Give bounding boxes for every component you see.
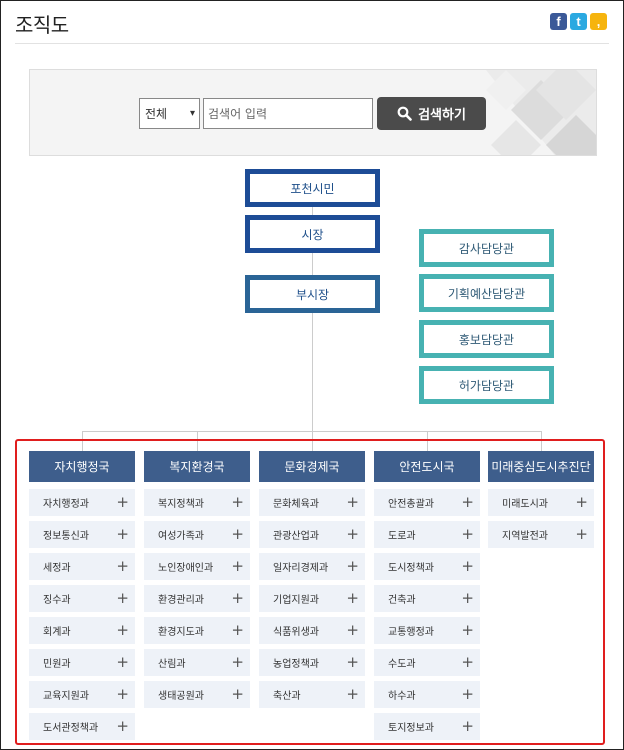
bureau-column-future-city: 미래중심도시추진단 미래도시과 + 지역발전과 + xyxy=(488,451,594,553)
page-title: 조직도 xyxy=(15,13,69,37)
list-item[interactable]: 문화체육과 + xyxy=(259,489,365,516)
list-item[interactable]: 정보통신과 + xyxy=(29,521,135,548)
bureau-header[interactable]: 미래중심도시추진단 xyxy=(488,451,594,482)
plus-icon: + xyxy=(116,685,129,703)
plus-icon: + xyxy=(116,557,129,575)
list-item[interactable]: 농업정책과 + xyxy=(259,649,365,676)
plus-icon: + xyxy=(231,653,244,671)
list-item[interactable]: 환경관리과 + xyxy=(144,585,250,612)
chevron-down-icon: ▾ xyxy=(189,108,195,119)
plus-icon: + xyxy=(231,685,244,703)
bureau-header[interactable]: 자치행정국 xyxy=(29,451,135,482)
list-item[interactable]: 축산과 + xyxy=(259,681,365,708)
search-button[interactable]: 검색하기 xyxy=(377,97,486,130)
bureau-column-safety-city: 안전도시국 안전총괄과 + 도로과 + 도시정책과 + 건축과 + 교통행정과 + 수도과… xyxy=(374,451,480,745)
org-box-planning-budget-office[interactable]: 기획예산담당관 xyxy=(419,274,554,312)
list-item[interactable]: 수도과 + xyxy=(374,649,480,676)
list-item[interactable]: 자치행정과 + xyxy=(29,489,135,516)
list-item[interactable]: 안전총괄과 + xyxy=(374,489,480,516)
list-item[interactable]: 여성가족과 + xyxy=(144,521,250,548)
plus-icon: + xyxy=(346,685,359,703)
list-item[interactable]: 도서관정책과 + xyxy=(29,713,135,740)
plus-icon: + xyxy=(461,525,474,543)
org-box-pr-office[interactable]: 홍보담당관 xyxy=(419,320,554,358)
bureau-column-autonomy: 자치행정국 자치행정과 + 정보통신과 + 세정과 + 징수과 + 회계과 + 민원과 + … xyxy=(29,451,135,745)
search-input[interactable] xyxy=(203,98,373,129)
list-item[interactable]: 생태공원과 + xyxy=(144,681,250,708)
list-item[interactable]: 민원과 + xyxy=(29,649,135,676)
plus-icon: + xyxy=(116,653,129,671)
org-box-permit-office[interactable]: 허가담당관 xyxy=(419,366,554,404)
facebook-icon[interactable]: f xyxy=(550,13,567,30)
plus-icon: + xyxy=(346,589,359,607)
list-item[interactable]: 하수과 + xyxy=(374,681,480,708)
plus-icon: + xyxy=(461,685,474,703)
org-box-citizens[interactable]: 포천시민 xyxy=(245,169,380,207)
page-frame: 조직도 f t , 전체 ▾ 검색하기 xyxy=(0,0,624,750)
list-item[interactable]: 지역발전과 + xyxy=(488,521,594,548)
list-item[interactable]: 산림과 + xyxy=(144,649,250,676)
plus-icon: + xyxy=(461,717,474,735)
plus-icon: + xyxy=(231,525,244,543)
twitter-icon[interactable]: t xyxy=(570,13,587,30)
org-box-deputy-mayor[interactable]: 부시장 xyxy=(245,275,380,313)
plus-icon: + xyxy=(461,589,474,607)
list-item[interactable]: 토지정보과 + xyxy=(374,713,480,740)
plus-icon: + xyxy=(116,493,129,511)
list-item[interactable]: 교통행정과 + xyxy=(374,617,480,644)
plus-icon: + xyxy=(575,493,588,511)
plus-icon: + xyxy=(461,557,474,575)
plus-icon: + xyxy=(346,493,359,511)
search-button-label: 검색하기 xyxy=(418,108,466,123)
list-item[interactable]: 회계과 + xyxy=(29,617,135,644)
search-icon xyxy=(397,106,412,121)
list-item[interactable]: 식품위생과 + xyxy=(259,617,365,644)
list-item[interactable]: 일자리경제과 + xyxy=(259,553,365,580)
bureau-header[interactable]: 안전도시국 xyxy=(374,451,480,482)
list-item[interactable]: 기업지원과 + xyxy=(259,585,365,612)
plus-icon: + xyxy=(116,621,129,639)
list-item[interactable]: 세정과 + xyxy=(29,553,135,580)
plus-icon: + xyxy=(116,717,129,735)
plus-icon: + xyxy=(231,557,244,575)
plus-icon: + xyxy=(461,621,474,639)
list-item[interactable]: 건축과 + xyxy=(374,585,480,612)
plus-icon: + xyxy=(461,653,474,671)
list-item[interactable]: 노인장애인과 + xyxy=(144,553,250,580)
list-item[interactable]: 미래도시과 + xyxy=(488,489,594,516)
list-item[interactable]: 관광산업과 + xyxy=(259,521,365,548)
search-category-select[interactable]: 전체 ▾ xyxy=(139,98,200,129)
org-box-mayor[interactable]: 시장 xyxy=(245,215,380,253)
search-category-value: 전체 xyxy=(145,107,168,121)
list-item[interactable]: 도로과 + xyxy=(374,521,480,548)
plus-icon: + xyxy=(346,525,359,543)
org-box-audit-office[interactable]: 감사담당관 xyxy=(419,229,554,267)
plus-icon: + xyxy=(116,525,129,543)
bureau-column-welfare: 복지환경국 복지정책과 + 여성가족과 + 노인장애인과 + 환경관리과 + 환경지도과… xyxy=(144,451,250,713)
list-item[interactable]: 징수과 + xyxy=(29,585,135,612)
plus-icon: + xyxy=(346,621,359,639)
search-panel: 전체 ▾ 검색하기 xyxy=(29,69,597,156)
title-divider xyxy=(15,43,609,44)
bureau-header[interactable]: 문화경제국 xyxy=(259,451,365,482)
plus-icon: + xyxy=(346,653,359,671)
plus-icon: + xyxy=(231,493,244,511)
kakao-icon[interactable]: , xyxy=(590,13,607,30)
list-item[interactable]: 도시정책과 + xyxy=(374,553,480,580)
plus-icon: + xyxy=(116,589,129,607)
list-item[interactable]: 환경지도과 + xyxy=(144,617,250,644)
list-item[interactable]: 교육지원과 + xyxy=(29,681,135,708)
plus-icon: + xyxy=(575,525,588,543)
plus-icon: + xyxy=(346,557,359,575)
plus-icon: + xyxy=(231,589,244,607)
plus-icon: + xyxy=(461,493,474,511)
bureau-header[interactable]: 복지환경국 xyxy=(144,451,250,482)
plus-icon: + xyxy=(231,621,244,639)
list-item[interactable]: 복지정책과 + xyxy=(144,489,250,516)
share-links: f t , xyxy=(550,13,607,30)
bureau-column-culture-economy: 문화경제국 문화체육과 + 관광산업과 + 일자리경제과 + 기업지원과 + 식품위생과… xyxy=(259,451,365,713)
